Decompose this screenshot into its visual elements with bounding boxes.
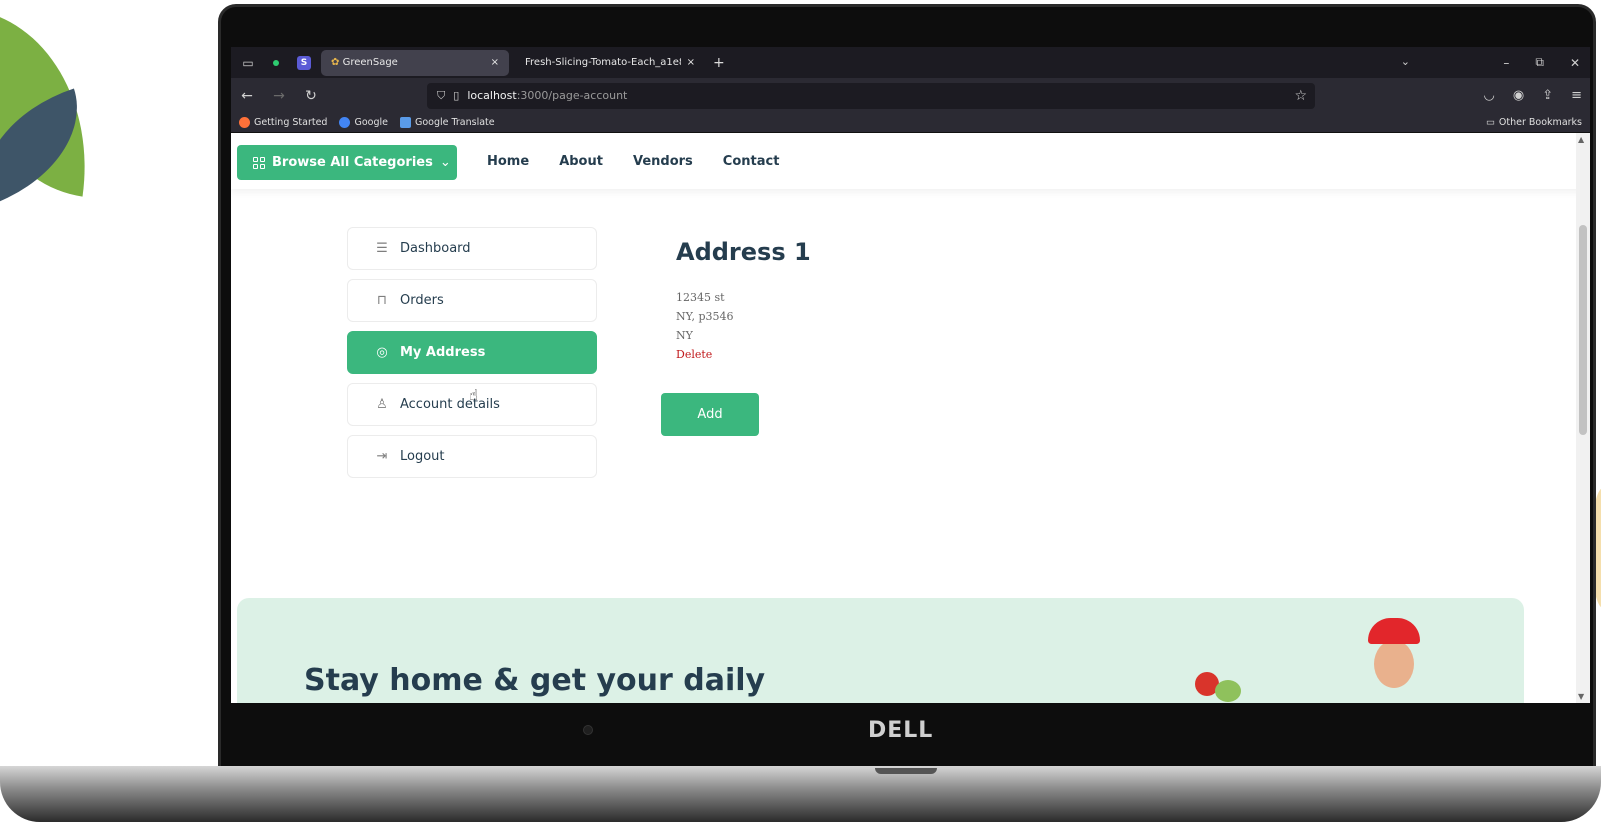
sidebar-item-label: Dashboard <box>400 241 471 256</box>
dell-logo: DELL <box>868 718 934 743</box>
address-card: Address 1 12345 st NY, p3546 NY Delete <box>676 238 811 361</box>
grid-icon <box>253 156 265 169</box>
shield-icon: ⛉ <box>437 88 446 102</box>
google-icon <box>339 117 351 128</box>
address-title: Address 1 <box>676 238 811 266</box>
other-bookmarks-label: Other Bookmarks <box>1498 117 1582 128</box>
url-path: :3000/page-account <box>516 89 628 102</box>
restore-button[interactable]: ⧉ <box>1535 55 1544 70</box>
account-sidebar: ☰ Dashboard ⊓ Orders ◎ My Address ♙ Acco… <box>347 227 597 487</box>
sidebar-item-logout[interactable]: ⇥ Logout <box>347 435 597 478</box>
page-icon: ▯ <box>453 89 460 102</box>
tab-title: Fresh-Slicing-Tomato-Each_a1e8e4 <box>525 57 681 68</box>
extensions-icon[interactable]: ⇪ <box>1542 88 1553 103</box>
bookmark-google-translate[interactable]: Google Translate <box>399 117 495 128</box>
tab-close-icon[interactable]: × <box>687 57 695 68</box>
tab-overview-icon[interactable]: ▭ <box>237 52 259 74</box>
account-icon[interactable]: ◉ <box>1513 88 1524 103</box>
close-window-button[interactable]: ✕ <box>1570 56 1580 70</box>
bookmarks-bar: Getting Started Google Google Translate … <box>231 113 1590 133</box>
logout-icon: ⇥ <box>376 449 388 464</box>
sidebar-item-label: Account details <box>400 397 500 412</box>
nav-about[interactable]: About <box>559 154 603 169</box>
address-line-1: 12345 st <box>676 291 725 304</box>
webcam <box>583 725 593 735</box>
sidebar-item-my-address[interactable]: ◎ My Address <box>347 331 597 374</box>
tab-title: GreenSage <box>342 57 398 68</box>
pocket-icon[interactable]: ◡ <box>1484 88 1495 103</box>
laptop-base <box>0 766 1601 822</box>
bookmark-google[interactable]: Google <box>339 117 388 128</box>
delivery-person-image <box>1362 618 1426 703</box>
address-line-3: NY <box>676 329 693 342</box>
sidebar-item-label: My Address <box>400 345 486 360</box>
delete-address-link[interactable]: Delete <box>676 348 811 361</box>
sidebar-item-label: Orders <box>400 293 444 308</box>
user-icon: ♙ <box>376 397 388 412</box>
main-nav: Home About Vendors Contact <box>487 133 779 189</box>
tab-close-icon[interactable]: × <box>491 57 499 68</box>
vegetables-image <box>1189 668 1253 703</box>
browse-categories-button[interactable]: Browse All Categories ⌄ <box>237 145 457 180</box>
screenshot-stage: DELL ▭ S ✿ GreenSage × Fresh-Slicing-Tom… <box>0 0 1601 822</box>
newsletter-banner: Stay home & get your daily <box>237 598 1524 703</box>
greensage-favicon-icon: ✿ <box>331 57 340 68</box>
bag-icon: ⊓ <box>376 293 388 308</box>
bookmark-getting-started[interactable]: Getting Started <box>239 117 327 128</box>
tab-list-chevron-icon[interactable]: ⌄ <box>1401 55 1410 68</box>
minimize-button[interactable]: – <box>1503 56 1509 70</box>
nav-home[interactable]: Home <box>487 154 529 169</box>
bookmark-label: Google Translate <box>414 117 495 128</box>
sidebar-item-dashboard[interactable]: ☰ Dashboard <box>347 227 597 270</box>
browser-tab-bar: ▭ S ✿ GreenSage × Fresh-Slicing-Tomato-E… <box>231 47 1590 78</box>
browse-label: Browse All Categories <box>272 155 433 170</box>
nav-contact[interactable]: Contact <box>723 154 780 169</box>
address-line-2: NY, p3546 <box>676 310 734 323</box>
chevron-down-icon: ⌄ <box>439 155 451 170</box>
reload-icon[interactable]: ↻ <box>295 88 327 104</box>
sidebar-item-orders[interactable]: ⊓ Orders <box>347 279 597 322</box>
tab-tomato[interactable]: Fresh-Slicing-Tomato-Each_a1e8e4 × <box>515 50 705 76</box>
menu-icon[interactable]: ≡ <box>1571 88 1582 103</box>
nav-vendors[interactable]: Vendors <box>633 154 693 169</box>
scroll-thumb[interactable] <box>1579 225 1587 435</box>
extension-dot-icon[interactable] <box>265 52 287 74</box>
other-bookmarks[interactable]: ▭ Other Bookmarks <box>1486 117 1582 128</box>
laptop-screen: ▭ S ✿ GreenSage × Fresh-Slicing-Tomato-E… <box>231 47 1590 703</box>
back-arrow-icon[interactable]: ← <box>231 88 263 104</box>
add-address-button[interactable]: Add <box>661 393 759 436</box>
folder-icon: ▭ <box>1485 117 1495 128</box>
sliders-icon: ☰ <box>376 241 388 256</box>
bookmark-label: Google <box>354 117 388 128</box>
site-header: Browse All Categories ⌄ Home About Vendo… <box>231 133 1590 189</box>
tab-greensage[interactable]: ✿ GreenSage × <box>321 49 509 76</box>
browser-nav-bar: ← → ↻ ⛉ ▯ localhost:3000/page-account ☆ … <box>231 78 1590 113</box>
bookmark-star-icon[interactable]: ☆ <box>1294 88 1307 104</box>
new-tab-button[interactable]: + <box>713 55 725 71</box>
url-host: localhost <box>467 89 517 102</box>
bookmark-label: Getting Started <box>254 117 328 128</box>
banner-heading: Stay home & get your daily <box>304 663 766 698</box>
map-pin-icon: ◎ <box>376 345 388 360</box>
scroll-up-icon[interactable]: ▲ <box>1578 135 1584 144</box>
page-scrollbar[interactable]: ▲ ▼ <box>1576 133 1590 703</box>
extension-s-icon[interactable]: S <box>293 52 315 74</box>
sidebar-item-label: Logout <box>400 449 445 464</box>
scroll-down-icon[interactable]: ▼ <box>1578 692 1584 701</box>
firefox-icon <box>239 117 250 128</box>
translate-icon <box>399 117 411 128</box>
hand-cursor-icon: ☝ <box>469 386 479 404</box>
web-page: Browse All Categories ⌄ Home About Vendo… <box>231 133 1590 703</box>
forward-arrow-icon[interactable]: → <box>263 88 295 104</box>
url-bar[interactable]: ⛉ ▯ localhost:3000/page-account ☆ <box>427 82 1315 109</box>
